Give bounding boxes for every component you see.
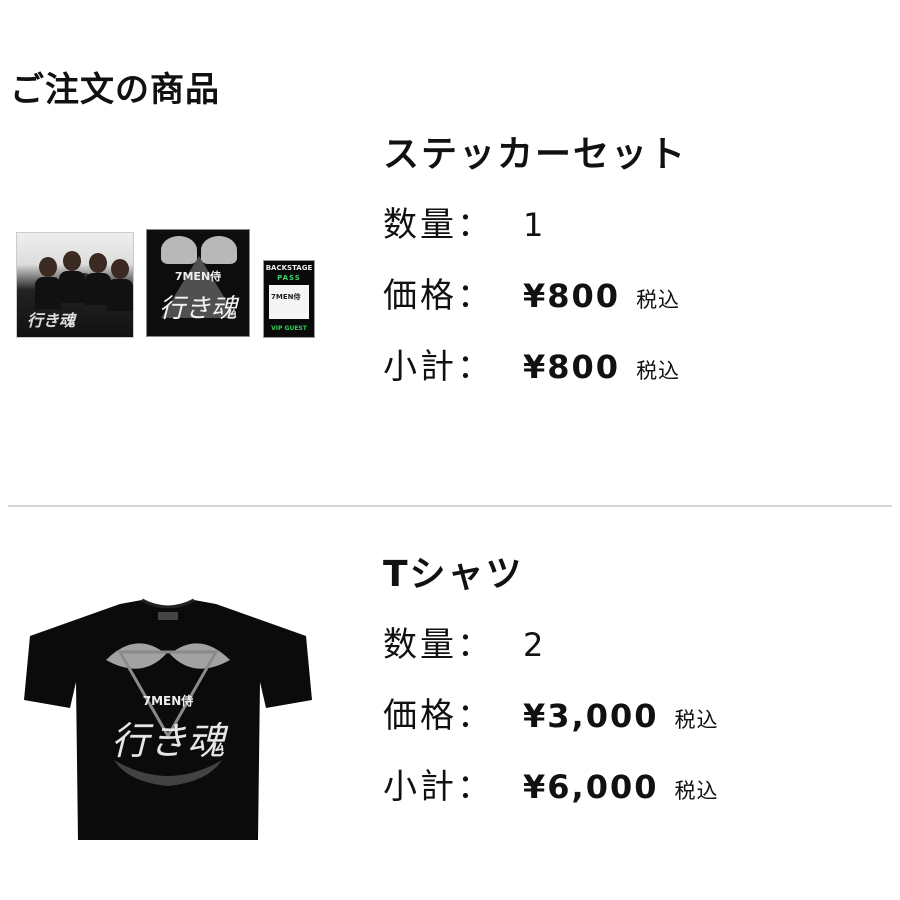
item-divider — [8, 505, 892, 507]
price-label: 価格： — [383, 276, 494, 316]
price-row: 価格： ¥800 税込 — [383, 261, 883, 332]
quantity-value: 1 — [523, 206, 544, 244]
item-info: ステッカーセット 数量： 1 価格： ¥800 税込 小計： ¥800 税込 — [383, 120, 883, 403]
tshirt-image[interactable]: 7MEN侍 行き魂 — [20, 596, 316, 846]
subtotal-label: 小計： — [383, 347, 494, 387]
price-tax-note: 税込 — [674, 708, 719, 732]
group-photo-card: 行き魂 — [16, 232, 134, 338]
order-item-tshirt: 7MEN侍 行き魂 Tシャツ 数量： 2 価格： ¥3,000 税込 小計： ¥… — [0, 540, 900, 880]
subtotal-tax-note: 税込 — [636, 359, 681, 383]
shirt-print-name: 7MEN侍 — [142, 694, 194, 708]
quantity-row: 数量： 2 — [383, 610, 883, 681]
price-tax-note: 税込 — [636, 288, 681, 312]
price-value: ¥3,000 — [523, 697, 659, 735]
logo-sticker: 7MEN侍 行き魂 — [146, 229, 250, 337]
quantity-label: 数量： — [383, 205, 494, 245]
subtotal-label: 小計： — [383, 767, 494, 807]
item-name[interactable]: ステッカーセット — [383, 120, 883, 190]
quantity-value: 2 — [523, 626, 544, 664]
price-label: 価格： — [383, 696, 494, 736]
pass-footer: VIP GUEST — [271, 325, 307, 332]
pass-card: 7MEN侍 — [269, 285, 309, 319]
photo-logo: 行き魂 — [27, 311, 76, 330]
subtotal-row: 小計： ¥800 税込 — [383, 332, 883, 403]
quantity-label: 数量： — [383, 625, 494, 665]
sticker-set-image[interactable]: 行き魂 7MEN侍 行き魂 BACKSTAGE PASS 7MEN侍 VIP G… — [16, 229, 326, 342]
quantity-row: 数量： 1 — [383, 190, 883, 261]
pass-card-text: 7MEN侍 — [271, 293, 301, 301]
section-title: ご注文の商品 — [10, 70, 220, 110]
order-item-sticker-set: 行き魂 7MEN侍 行き魂 BACKSTAGE PASS 7MEN侍 VIP G… — [0, 120, 900, 500]
item-name[interactable]: Tシャツ — [383, 540, 883, 610]
shirt-print-kanji: 行き魂 — [110, 719, 225, 763]
backstage-pass-sticker: BACKSTAGE PASS 7MEN侍 VIP GUEST — [263, 260, 315, 338]
subtotal-tax-note: 税込 — [674, 779, 719, 803]
pass-subtitle: PASS — [277, 274, 301, 282]
item-info: Tシャツ 数量： 2 価格： ¥3,000 税込 小計： ¥6,000 税込 — [383, 540, 883, 823]
pass-title: BACKSTAGE — [265, 264, 313, 272]
subtotal-value: ¥6,000 — [523, 768, 659, 806]
subtotal-row: 小計： ¥6,000 税込 — [383, 752, 883, 823]
price-row: 価格： ¥3,000 税込 — [383, 681, 883, 752]
sticker-kanji: 行き魂 — [158, 294, 237, 324]
sticker-name: 7MEN侍 — [174, 270, 222, 283]
subtotal-value: ¥800 — [523, 348, 621, 386]
price-value: ¥800 — [523, 277, 621, 315]
